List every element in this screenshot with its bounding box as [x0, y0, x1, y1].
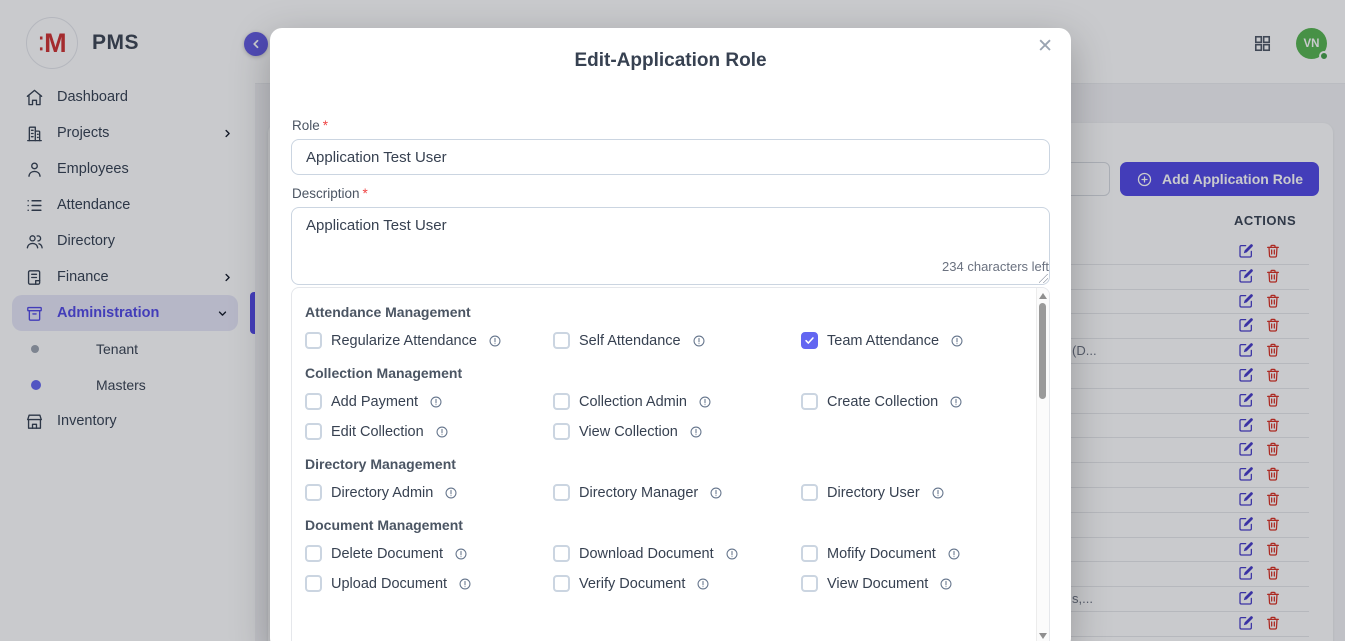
- section-title-directory: Directory Management: [305, 456, 1036, 472]
- required-asterisk: *: [363, 186, 368, 201]
- description-label: Description*: [292, 186, 368, 201]
- checkbox-label: Directory Admin: [331, 485, 433, 501]
- checkbox-view-document[interactable]: View Document: [801, 575, 1036, 592]
- checkbox-add-payment[interactable]: Add Payment: [305, 393, 553, 410]
- section-title-document: Document Management: [305, 517, 1036, 533]
- textarea-resize-handle[interactable]: [1039, 274, 1048, 283]
- checkbox[interactable]: [305, 332, 322, 349]
- checkbox-directory-manager[interactable]: Directory Manager: [553, 484, 801, 501]
- checkbox[interactable]: [801, 393, 818, 410]
- info-icon[interactable]: [931, 486, 945, 500]
- section-title-attendance: Attendance Management: [305, 304, 1036, 320]
- info-icon[interactable]: [488, 334, 502, 348]
- description-label-text: Description: [292, 186, 360, 201]
- modal-title: Edit-Application Role: [270, 28, 1071, 72]
- permissions-panel-content: Attendance Management Regularize Attenda…: [292, 288, 1036, 641]
- checkbox-label: View Collection: [579, 424, 678, 440]
- info-icon[interactable]: [949, 395, 963, 409]
- checkbox[interactable]: [305, 484, 322, 501]
- checkbox[interactable]: [801, 332, 818, 349]
- info-icon[interactable]: [725, 547, 739, 561]
- checkbox-label: Collection Admin: [579, 394, 687, 410]
- required-asterisk: *: [323, 118, 328, 133]
- checkbox-self-attendance[interactable]: Self Attendance: [553, 332, 801, 349]
- checkbox-label: Directory Manager: [579, 485, 698, 501]
- checkbox-grid: Regularize Attendance Self Attendance Te…: [305, 332, 1036, 349]
- checkbox[interactable]: [553, 484, 570, 501]
- role-input[interactable]: [291, 139, 1050, 175]
- checkbox-regularize-attendance[interactable]: Regularize Attendance: [305, 332, 553, 349]
- checkbox[interactable]: [305, 393, 322, 410]
- info-icon[interactable]: [709, 486, 723, 500]
- checkbox-label: Download Document: [579, 546, 714, 562]
- checkbox-verify-document[interactable]: Verify Document: [553, 575, 801, 592]
- checkbox-grid: Delete Document Download Document Mofify…: [305, 545, 1036, 592]
- close-icon[interactable]: ✕: [1037, 37, 1053, 56]
- checkbox-label: Edit Collection: [331, 424, 424, 440]
- checkbox-label: View Document: [827, 576, 928, 592]
- checkbox-collection-admin[interactable]: Collection Admin: [553, 393, 801, 410]
- characters-left-counter: 234 characters left: [942, 259, 1049, 274]
- checkbox[interactable]: [553, 393, 570, 410]
- checkbox-label: Team Attendance: [827, 333, 939, 349]
- checkbox-label: Regularize Attendance: [331, 333, 477, 349]
- edit-application-role-modal: ✕ Edit-Application Role Role* Descriptio…: [270, 28, 1071, 641]
- permissions-panel: Attendance Management Regularize Attenda…: [291, 287, 1050, 641]
- role-label: Role*: [292, 118, 328, 133]
- info-icon[interactable]: [454, 547, 468, 561]
- checkbox-directory-user[interactable]: Directory User: [801, 484, 1036, 501]
- checkbox-grid: Directory Admin Directory Manager Direct…: [305, 484, 1036, 501]
- scrollbar-thumb[interactable]: [1039, 303, 1046, 399]
- scroll-down-arrow-icon[interactable]: [1039, 633, 1047, 639]
- checkbox-view-collection[interactable]: View Collection: [553, 423, 801, 440]
- checkbox[interactable]: [305, 423, 322, 440]
- checkbox-label: Self Attendance: [579, 333, 681, 349]
- checkbox-label: Create Collection: [827, 394, 938, 410]
- info-icon[interactable]: [698, 395, 712, 409]
- scroll-up-arrow-icon[interactable]: [1039, 293, 1047, 299]
- info-icon[interactable]: [696, 577, 710, 591]
- checkbox-label: Verify Document: [579, 576, 685, 592]
- checkbox[interactable]: [553, 423, 570, 440]
- info-icon[interactable]: [444, 486, 458, 500]
- info-icon[interactable]: [435, 425, 449, 439]
- role-label-text: Role: [292, 118, 320, 133]
- checkbox[interactable]: [801, 545, 818, 562]
- info-icon[interactable]: [458, 577, 472, 591]
- info-icon[interactable]: [429, 395, 443, 409]
- checkbox-label: Directory User: [827, 485, 920, 501]
- section-title-collection: Collection Management: [305, 365, 1036, 381]
- info-icon[interactable]: [947, 547, 961, 561]
- application-root: M PMS Dashboard Projects Employees Atten…: [0, 0, 1345, 641]
- checkbox-delete-document[interactable]: Delete Document: [305, 545, 553, 562]
- panel-scrollbar[interactable]: [1036, 288, 1049, 641]
- info-icon[interactable]: [950, 334, 964, 348]
- checkbox-create-collection[interactable]: Create Collection: [801, 393, 1036, 410]
- checkbox[interactable]: [305, 545, 322, 562]
- checkbox-team-attendance[interactable]: Team Attendance: [801, 332, 1036, 349]
- checkbox-directory-admin[interactable]: Directory Admin: [305, 484, 553, 501]
- checkbox[interactable]: [801, 484, 818, 501]
- checkbox-download-document[interactable]: Download Document: [553, 545, 801, 562]
- info-icon[interactable]: [692, 334, 706, 348]
- checkbox-edit-collection[interactable]: Edit Collection: [305, 423, 553, 440]
- checkbox-mofify-document[interactable]: Mofify Document: [801, 545, 1036, 562]
- checkbox[interactable]: [305, 575, 322, 592]
- checkbox[interactable]: [553, 575, 570, 592]
- checkbox[interactable]: [801, 575, 818, 592]
- checkbox-label: Add Payment: [331, 394, 418, 410]
- description-textarea[interactable]: [291, 207, 1050, 285]
- checkbox[interactable]: [553, 332, 570, 349]
- checkbox-label: Upload Document: [331, 576, 447, 592]
- checkbox-label: Mofify Document: [827, 546, 936, 562]
- info-icon[interactable]: [939, 577, 953, 591]
- info-icon[interactable]: [689, 425, 703, 439]
- checkbox-upload-document[interactable]: Upload Document: [305, 575, 553, 592]
- checkbox-grid: Add Payment Collection Admin Create Coll…: [305, 393, 1036, 440]
- checkbox-label: Delete Document: [331, 546, 443, 562]
- checkbox[interactable]: [553, 545, 570, 562]
